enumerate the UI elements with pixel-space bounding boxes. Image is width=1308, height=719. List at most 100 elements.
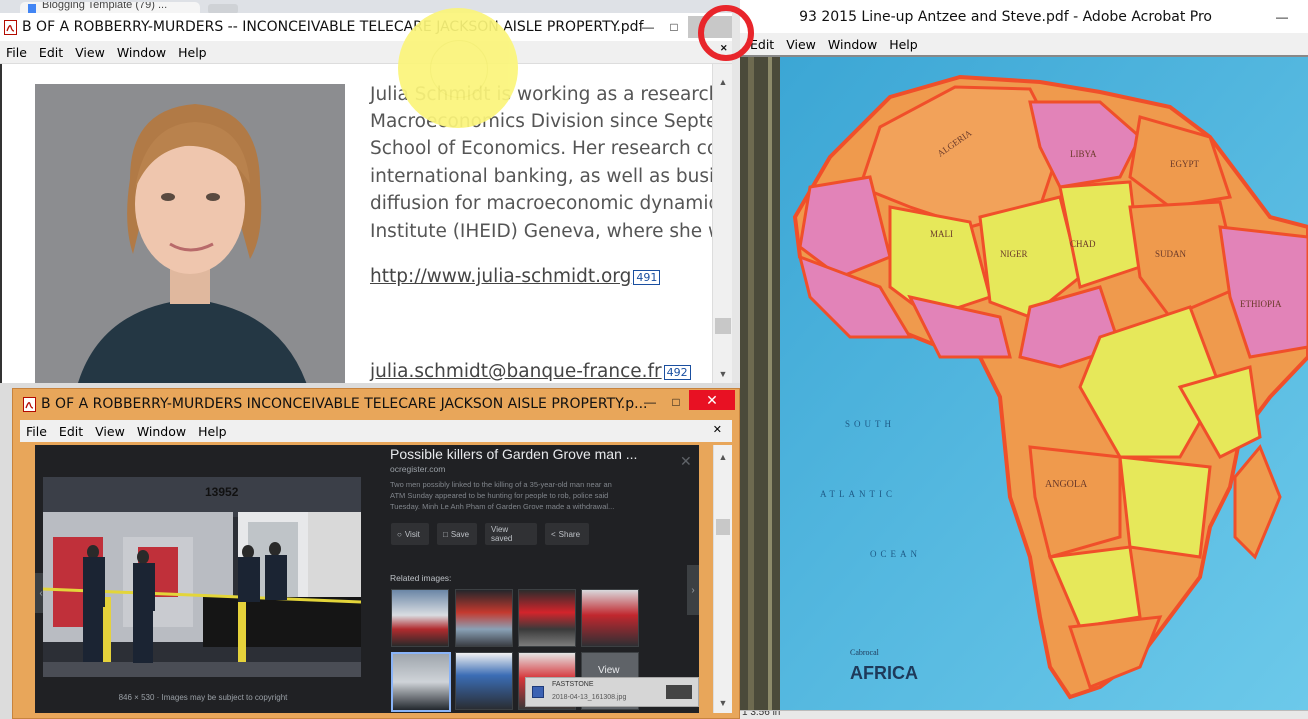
email-badge: 492 [663,364,691,380]
window-title: 93 2015 Line-up Antzee and Steve.pdf - A… [799,8,1212,25]
title-bar[interactable]: 93 2015 Line-up Antzee and Steve.pdf - A… [740,0,1308,33]
maximize-button[interactable]: □ [664,391,688,413]
menu-file[interactable]: File [20,424,53,439]
minimize-button[interactable]: — [636,16,660,38]
faststone-app-icon [532,686,544,698]
map-caption-small: Cabrocal [850,648,880,657]
atm-number: 13952 [205,485,239,499]
window-gap [732,13,740,383]
image-caption: 846 × 530 · Images may be subject to cop… [118,693,288,702]
snippet-line-1: Two men possibly linked to the killing o… [390,480,612,489]
title-bar[interactable]: B OF A ROBBERRY-MURDERS INCONCEIVABLE TE… [13,389,739,419]
map-label-libya: LIBYA [1070,149,1097,159]
status-bar: 1 3.56 in [740,710,1308,719]
homepage-link-text: http://www.julia-schmidt.org [370,266,632,287]
share-label: Share [558,529,581,539]
related-thumb-4[interactable] [581,589,639,647]
visit-label: Visit [404,529,420,539]
menu-window[interactable]: Window [131,424,192,439]
view-saved-label: View saved [491,525,513,543]
related-thumb-5[interactable] [391,652,451,712]
minimize-button[interactable]: — [638,391,662,413]
menu-help[interactable]: Help [172,45,213,60]
pdf-window-top-left: B OF A ROBBERRY-MURDERS -- INCONCEIVABLE… [0,13,740,383]
toast-preview-thumb [666,685,692,699]
visit-button[interactable]: ○ Visit [391,523,429,545]
menu-help[interactable]: Help [883,37,924,52]
link-badge: 491 [633,269,661,285]
globe-icon: ○ [397,529,402,539]
menu-bar: File Edit View Window Help [0,41,740,64]
pdf-close-x-icon[interactable]: ✕ [720,43,728,54]
vertical-scrollbar[interactable]: ▲ ▼ [713,445,732,713]
view-saved-button[interactable]: View saved [485,523,537,545]
map-label-niger: NIGER [1000,249,1028,259]
main-news-photo[interactable]: 13952 [43,477,361,677]
acrobat-window-right: 93 2015 Line-up Antzee and Steve.pdf - A… [740,0,1308,719]
scroll-down-icon[interactable]: ▼ [714,695,732,711]
snippet-line-3: Tuesday. Minh Le Anh Pham of Garden Grov… [390,502,615,511]
menu-view[interactable]: View [780,37,822,52]
save-button[interactable]: □ Save [437,523,477,545]
map-label-ethiopia: ETHIOPIA [1240,299,1282,309]
map-label-south: SOUTH [845,419,895,429]
related-thumb-3[interactable] [518,589,576,647]
share-icon: < [551,529,556,539]
map-label-chad: CHAD [1070,239,1096,249]
map-label-egypt: EGYPT [1170,159,1200,169]
related-thumb-6[interactable] [455,652,513,710]
portrait-photo [35,84,345,383]
toast-filename: 2018-04-13_161308.jpg [552,694,627,701]
menu-edit[interactable]: Edit [33,45,69,60]
scroll-thumb[interactable] [716,519,730,535]
background-browser-tabstrip: Blogging Template (79) ... [0,0,740,14]
next-image-button[interactable]: › [687,565,699,615]
related-thumb-1[interactable] [391,589,449,647]
menu-window[interactable]: Window [111,45,172,60]
menu-view[interactable]: View [69,45,111,60]
close-button[interactable]: ✕ [689,390,735,410]
close-panel-icon[interactable]: ✕ [680,453,692,470]
scroll-thumb[interactable] [715,318,731,334]
menu-file[interactable]: File [0,45,33,60]
bookmark-icon: □ [443,529,448,539]
scroll-up-icon[interactable]: ▲ [713,74,733,90]
map-label-sudan: SUDAN [1155,249,1187,259]
snippet-line-2: ATM Sunday appeared to be hunting for pe… [390,491,609,500]
menu-bar: Edit View Window Help [740,33,1308,55]
scroll-down-icon[interactable]: ▼ [713,366,733,382]
cursor-highlight-yellow [398,8,518,128]
menu-help[interactable]: Help [192,424,233,439]
share-button[interactable]: < Share [545,523,589,545]
menu-edit[interactable]: Edit [53,424,89,439]
title-bar[interactable]: B OF A ROBBERRY-MURDERS -- INCONCEIVABLE… [0,13,740,41]
related-images-label: Related images: [390,573,452,583]
related-thumb-2[interactable] [455,589,513,647]
menu-window[interactable]: Window [822,37,883,52]
email-link-text: julia.schmidt@banque-france.fr [370,361,662,382]
homepage-link[interactable]: http://www.julia-schmidt.org 491 [370,266,661,287]
document-page: Julia Schmidt is working as a research M… [0,64,723,383]
map-label-mali: MALI [930,229,953,239]
scroll-up-icon[interactable]: ▲ [714,449,732,465]
status-text: 1 3.56 in [742,710,781,718]
email-link[interactable]: julia.schmidt@banque-france.fr 492 [370,361,691,382]
window-title: B OF A ROBBERRY-MURDERS INCONCEIVABLE TE… [41,396,648,412]
menu-view[interactable]: View [89,424,131,439]
vertical-scrollbar[interactable]: ▲ ▼ [712,64,733,383]
bio-line-3: School of Economics. Her research co [370,138,719,159]
close-document-icon[interactable]: ✕ [707,423,728,436]
result-source[interactable]: ocregister.com [390,464,445,474]
cursor-highlight-red: ✕ [698,5,754,61]
result-headline[interactable]: Possible killers of Garden Grove man ... [390,446,637,462]
map-label-ocean: OCEAN [870,549,921,559]
image-search-panel: ‹ › 13952 846 × 530 · Images may be subj… [35,445,699,713]
pdf-file-icon [4,19,17,35]
minimize-button[interactable]: — [1270,6,1294,28]
faststone-toast[interactable]: FASTSTONE 2018-04-13_161308.jpg [525,677,699,707]
menu-bar: File Edit View Window Help ✕ [20,420,732,442]
view-overlay: View [598,665,620,676]
bio-line-6: Institute (IHEID) Geneva, where she w [370,221,724,242]
maximize-button[interactable]: □ [662,16,686,38]
background-tab-title: Blogging Template (79) ... [42,2,168,11]
